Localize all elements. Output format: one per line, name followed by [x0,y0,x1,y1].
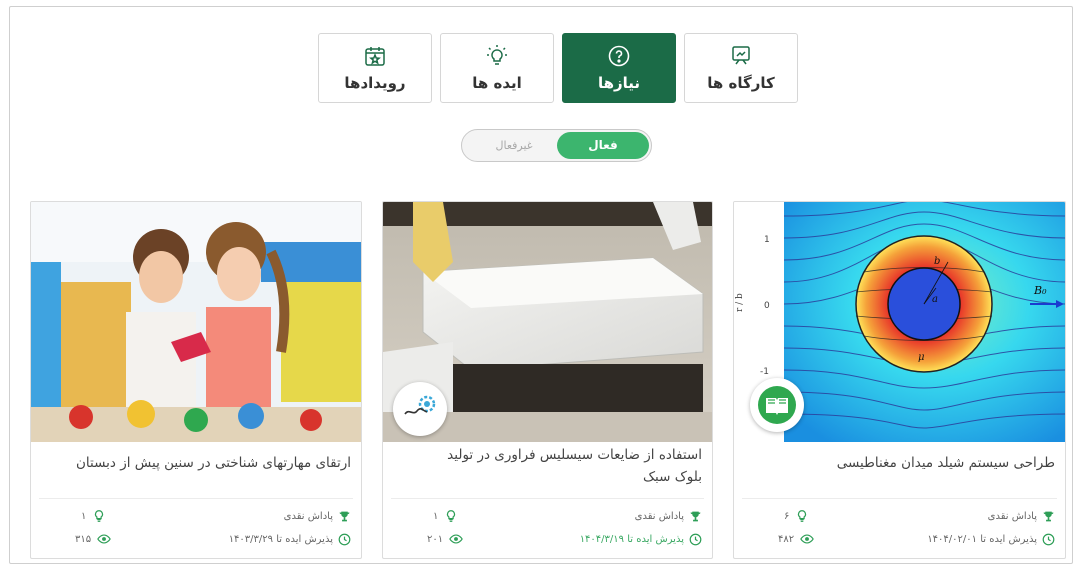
trophy-icon [1043,511,1054,522]
deadline-meta: پذیرش ایده تا ۱۴۰۳/۳/۲۹ [229,533,351,546]
category-tabs: رویدادها ایده ها نیازها کارگاه ها [318,33,798,103]
card-title[interactable]: طراحی سیستم شیلد میدان مغناطیسی [744,452,1055,474]
tab-ideas[interactable]: ایده ها [440,33,554,103]
eye-icon [800,534,814,544]
deadline-meta: پذیرش ایده تا ۱۴۰۴/۳/۱۹ [580,533,702,546]
trophy-icon [690,511,701,522]
ideas-count: ۶ [784,509,809,523]
lightbulb-icon [487,45,507,65]
lightbulb-icon [798,510,807,522]
field-label-a: a [932,294,938,305]
clock-icon [1042,533,1055,546]
workshop-icon [732,46,750,65]
eye-icon [97,534,111,544]
gear-logo-icon [393,382,447,436]
tab-workshops-label: کارگاه ها [707,74,775,92]
tab-needs-label: نیازها [597,74,641,92]
tab-needs[interactable]: نیازها [562,33,676,103]
lightbulb-icon [447,510,456,522]
card-image-children-playing [31,202,361,442]
ideas-count-value: ۱ [81,510,87,522]
deadline-meta: پذیرش ایده تا ۱۴۰۴/۰۲/۰۱ [927,533,1055,546]
card-divider [391,498,704,499]
field-label-mu: μ [918,352,925,363]
eye-icon [449,534,463,544]
page-frame: رویدادها ایده ها نیازها کارگاه ها غیرفعا… [9,6,1073,564]
field-y-tick: -1 [760,367,769,377]
lightbulb-icon [95,510,104,522]
ideas-count: ۱ [433,509,458,523]
deadline-label: پذیرش ایده تا ۱۴۰۴/۰۲/۰۱ [927,534,1037,545]
tab-workshops[interactable]: کارگاه ها [684,33,798,103]
reward-meta: پاداش نقدی [284,510,351,523]
ideas-count: ۱ [81,509,106,523]
tab-ideas-label: ایده ها [472,74,522,92]
clock-icon [338,533,351,546]
reward-meta: پاداش نقدی [635,510,702,523]
book-logo-icon [750,378,804,432]
views-count-value: ۳۱۵ [75,533,92,545]
card-divider [39,498,353,499]
deadline-label: پذیرش ایده تا ۱۴۰۳/۳/۲۹ [228,534,333,545]
field-y-tick: 1 [764,235,770,245]
ideas-count-value: ۶ [784,510,790,522]
card-title[interactable]: استفاده از ضایعات سیسلیس فراوری در تولید… [443,444,702,488]
views-count-value: ۲۰۱ [427,533,444,545]
reward-label: پاداش نقدی [283,511,333,522]
views-count-value: ۴۸۲ [778,533,795,545]
reward-meta: پاداش نقدی [988,510,1055,523]
card-title[interactable]: ارتقای مهارتهای شناختی در سنین پیش از دب… [41,452,351,474]
need-card-magnetic-shield[interactable]: b a μ B₀ r / b 1 0 -1 طراحی سیستم شیلد م… [733,201,1066,559]
field-label-b: b [934,256,940,267]
need-card-cognitive-skills[interactable]: ارتقای مهارتهای شناختی در سنین پیش از دب… [30,201,362,559]
calendar-star-icon [365,47,385,66]
views-count: ۲۰۱ [427,532,463,546]
field-y-tick: 0 [764,301,770,311]
toggle-inactive-option[interactable]: غیرفعال [470,130,558,161]
ideas-count-value: ۱ [433,510,439,522]
field-y-axis-label: r / b [735,293,745,312]
reward-label: پاداش نقدی [634,511,684,522]
status-toggle[interactable]: غیرفعال فعال [461,129,652,162]
views-count: ۴۸۲ [778,532,814,546]
question-circle-icon [608,45,630,67]
need-card-lightweight-block[interactable]: استفاده از ضایعات سیسلیس فراوری در تولید… [382,201,713,559]
card-image-field-plot: b a μ B₀ r / b 1 0 -1 [734,202,1065,442]
toggle-active-option[interactable]: فعال [557,132,649,159]
reward-label: پاداش نقدی [987,511,1037,522]
clock-icon [689,533,702,546]
card-divider [742,498,1057,499]
trophy-icon [339,511,350,522]
card-image-concrete-block [383,202,712,442]
views-count: ۳۱۵ [75,532,111,546]
tab-events-label: رویدادها [344,74,406,92]
deadline-label: پذیرش ایده تا ۱۴۰۴/۳/۱۹ [579,534,684,545]
tab-events[interactable]: رویدادها [318,33,432,103]
field-label-B0: B₀ [1033,284,1047,297]
